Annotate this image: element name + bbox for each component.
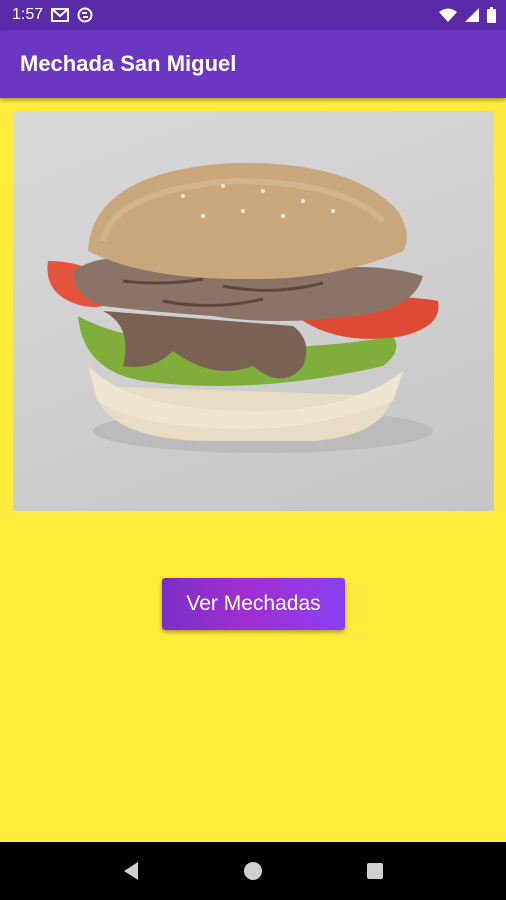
status-left: 1:57 xyxy=(12,6,93,24)
recents-icon[interactable] xyxy=(355,851,395,891)
mechada-sandwich-image xyxy=(13,111,494,511)
gmail-icon xyxy=(51,8,70,22)
app-title: Mechada San Miguel xyxy=(20,51,237,76)
main-content: Ver Mechadas xyxy=(0,98,506,842)
sync-icon xyxy=(77,7,93,23)
ver-mechadas-button[interactable]: Ver Mechadas xyxy=(162,578,345,630)
status-time: 1:57 xyxy=(12,6,44,23)
wifi-icon xyxy=(439,8,457,22)
back-icon[interactable] xyxy=(111,851,151,891)
signal-icon xyxy=(465,8,479,22)
navigation-bar xyxy=(0,842,506,900)
home-icon[interactable] xyxy=(233,851,273,891)
battery-icon xyxy=(487,7,496,23)
status-right xyxy=(439,7,496,23)
app-bar: Mechada San Miguel xyxy=(0,30,506,98)
status-bar: 1:57 xyxy=(0,0,506,30)
